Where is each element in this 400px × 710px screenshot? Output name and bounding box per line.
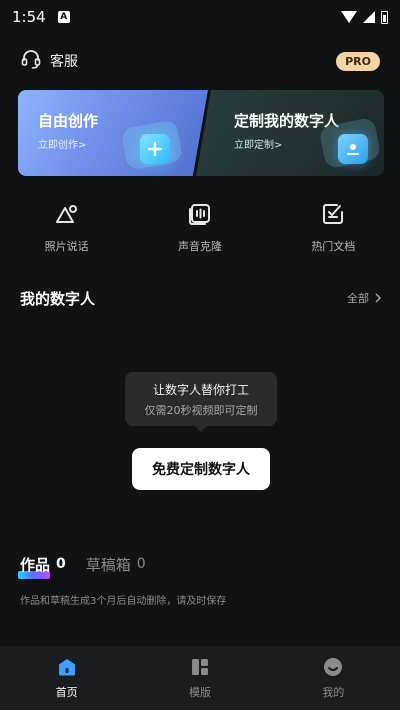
digital-human-header: 我的数字人 全部 <box>20 286 382 310</box>
battery-icon <box>381 10 388 24</box>
view-all-button[interactable]: 全部 <box>347 290 382 306</box>
photo-talk-icon <box>53 200 81 228</box>
digital-human-title: 我的数字人 <box>20 289 96 308</box>
feature-label: 照片说话 <box>44 240 89 253</box>
wifi-icon <box>341 11 357 23</box>
nav-templates-label: 模版 <box>188 686 211 699</box>
status-bar: 1:54 A <box>0 0 400 34</box>
nav-home-label: 首页 <box>55 686 78 699</box>
tooltip-subline: 仅需20秒视频即可定制 <box>144 404 258 417</box>
feature-photo-talk[interactable]: 照片说话 <box>0 200 133 260</box>
view-all-label: 全部 <box>347 292 369 305</box>
feature-hot-docs[interactable]: 热门文档 <box>267 200 400 260</box>
hot-docs-icon <box>319 200 347 228</box>
customer-service-label: 客服 <box>50 54 78 70</box>
tab-drafts-label: 草稿箱 <box>85 555 131 574</box>
drafts-count: 0 <box>136 556 146 572</box>
custom-avatar-card[interactable]: 定制我的数字人 立即定制> <box>196 90 384 176</box>
creation-cards: 自由创作 立即创作> 定制我的数字人 立即定制> <box>18 90 384 176</box>
tab-works-label: 作品 <box>20 555 51 574</box>
top-bar: 客服 PRO <box>0 44 400 78</box>
free-create-card[interactable]: 自由创作 立即创作> <box>18 90 208 176</box>
nav-templates[interactable]: 模版 <box>133 646 266 710</box>
notification-icon: A <box>57 11 70 23</box>
nav-profile[interactable]: 我的 <box>267 646 400 710</box>
free-create-title: 自由创作 <box>38 112 99 130</box>
voice-clone-icon <box>186 200 214 228</box>
works-tabs: 作品 0 草稿箱 0 <box>18 552 146 579</box>
signal-icon <box>363 11 375 23</box>
custom-avatar-link[interactable]: 立即定制> <box>234 136 282 151</box>
tab-works[interactable]: 作品 0 <box>18 554 66 579</box>
auto-delete-note: 作品和草稿生成3个月后自动删除，请及时保存 <box>20 596 227 607</box>
feature-label: 声音克隆 <box>177 240 222 253</box>
feature-shortcuts: 照片说话 声音克隆 热门文档 <box>0 200 400 260</box>
plus-icon <box>140 134 170 164</box>
nav-profile-label: 我的 <box>322 686 345 699</box>
avatar-card-icon <box>338 134 368 164</box>
customer-service-button[interactable]: 客服 <box>20 48 78 74</box>
status-time: 1:54 <box>12 8 46 26</box>
nav-home[interactable]: 首页 <box>0 646 133 710</box>
profile-icon <box>322 656 344 678</box>
home-icon <box>56 656 78 678</box>
headset-icon <box>20 48 42 74</box>
promo-tooltip: 让数字人替你打工 仅需20秒视频即可定制 <box>125 372 277 432</box>
free-custom-avatar-button[interactable]: 免费定制数字人 <box>132 448 270 490</box>
pro-badge[interactable]: PRO <box>336 51 380 71</box>
feature-voice-clone[interactable]: 声音克隆 <box>133 200 266 260</box>
chevron-right-icon <box>375 293 382 303</box>
status-indicators <box>341 10 388 24</box>
tooltip-headline: 让数字人替你打工 <box>152 383 249 397</box>
bottom-nav: 首页 模版 我的 <box>0 646 400 710</box>
tab-drafts[interactable]: 草稿箱 0 <box>86 554 146 575</box>
works-count: 0 <box>56 556 66 572</box>
free-create-link[interactable]: 立即创作> <box>38 136 86 151</box>
templates-icon <box>189 656 211 678</box>
feature-label: 热门文档 <box>311 240 356 253</box>
